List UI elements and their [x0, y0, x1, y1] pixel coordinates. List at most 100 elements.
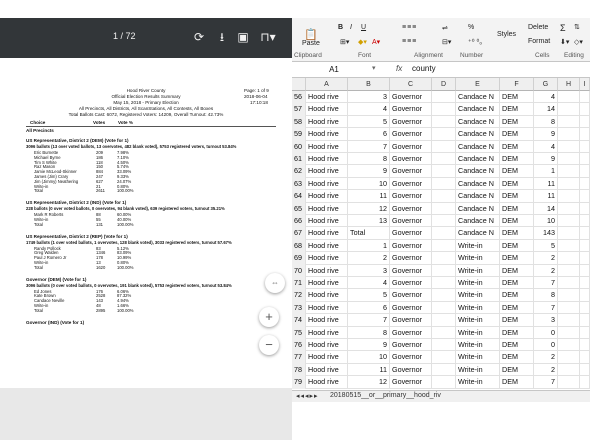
cell-f[interactable]: DEM	[500, 314, 534, 327]
cell-h[interactable]	[558, 227, 580, 240]
cell-d[interactable]	[432, 140, 456, 153]
cell-c[interactable]: Governor	[390, 252, 432, 265]
cell-d[interactable]	[432, 239, 456, 253]
font-color-icon[interactable]: A▾	[372, 38, 380, 46]
cell-b[interactable]: 5	[348, 289, 390, 302]
cell-g[interactable]: 7	[534, 301, 558, 315]
cell-e[interactable]: Write-in	[456, 301, 500, 315]
cell-f[interactable]: DEM	[500, 190, 534, 203]
download-icon[interactable]: ⭳	[215, 29, 229, 45]
cell-e[interactable]: Candace N	[456, 202, 500, 215]
cell-g[interactable]: 2	[534, 363, 558, 377]
cell-g[interactable]: 4	[534, 140, 558, 153]
cell-b[interactable]: 1	[348, 239, 390, 253]
cell-h[interactable]	[558, 165, 580, 178]
cell-a[interactable]: Hood rive	[306, 301, 348, 315]
cell-d[interactable]	[432, 264, 456, 277]
cell-a[interactable]: Hood rive	[306, 140, 348, 153]
cell-i[interactable]	[580, 128, 590, 141]
cell-f[interactable]: DEM	[500, 339, 534, 352]
cell-g[interactable]: 143	[534, 227, 558, 240]
clear-icon[interactable]: ◇▾	[574, 38, 583, 46]
cell-e[interactable]: Candace N	[456, 165, 500, 178]
row-header[interactable]: 75	[292, 326, 306, 339]
cell-f[interactable]: DEM	[500, 103, 534, 116]
cell-i[interactable]	[580, 314, 590, 327]
cell-h[interactable]	[558, 314, 580, 327]
cell-a[interactable]: Hood rive	[306, 289, 348, 302]
cell-c[interactable]: Governor	[390, 115, 432, 129]
cell-g[interactable]: 11	[534, 190, 558, 203]
cell-h[interactable]	[558, 289, 580, 302]
cell-i[interactable]	[580, 215, 590, 228]
paste-button[interactable]: Paste	[302, 40, 320, 47]
cell-i[interactable]	[580, 177, 590, 191]
cell-h[interactable]	[558, 140, 580, 153]
cell-a[interactable]: Hood rive	[306, 264, 348, 277]
cell-c[interactable]: Governor	[390, 227, 432, 240]
cell-a[interactable]: Hood rive	[306, 314, 348, 327]
column-header[interactable]: I	[580, 78, 590, 91]
cell-f[interactable]: DEM	[500, 202, 534, 215]
cell-e[interactable]: Write-in	[456, 314, 500, 327]
borders-icon[interactable]: ⊞▾	[340, 38, 349, 46]
cell-g[interactable]: 2	[534, 252, 558, 265]
cell-i[interactable]	[580, 115, 590, 129]
cell-h[interactable]	[558, 239, 580, 253]
cell-a[interactable]: Hood rive	[306, 227, 348, 240]
fit-page-icon[interactable]: ⇔	[265, 273, 285, 293]
cell-b[interactable]: 13	[348, 215, 390, 228]
styles-button[interactable]: Styles	[497, 31, 516, 38]
cell-i[interactable]	[580, 301, 590, 315]
wrap-text-icon[interactable]: ⇌	[442, 24, 448, 32]
column-header[interactable]: A	[306, 78, 348, 91]
cell-c[interactable]: Governor	[390, 326, 432, 339]
cell-b[interactable]: 3	[348, 91, 390, 104]
cell-i[interactable]	[580, 239, 590, 253]
cell-d[interactable]	[432, 289, 456, 302]
cell-i[interactable]	[580, 140, 590, 153]
cell-d[interactable]	[432, 103, 456, 116]
cell-a[interactable]: Hood rive	[306, 376, 348, 389]
cell-g[interactable]: 3	[534, 314, 558, 327]
row-header[interactable]: 64	[292, 190, 306, 203]
cell-f[interactable]: DEM	[500, 376, 534, 389]
cell-f[interactable]: DEM	[500, 351, 534, 364]
cell-g[interactable]: 8	[534, 289, 558, 302]
cell-c[interactable]: Governor	[390, 277, 432, 290]
cell-e[interactable]: Write-in	[456, 351, 500, 364]
cell-c[interactable]: Governor	[390, 239, 432, 253]
row-header[interactable]: 79	[292, 376, 306, 389]
cell-f[interactable]: DEM	[500, 363, 534, 377]
cell-b[interactable]: 9	[348, 165, 390, 178]
row-header[interactable]: 72	[292, 289, 306, 302]
cell-a[interactable]: Hood rive	[306, 165, 348, 178]
bold-button[interactable]: B	[338, 24, 343, 31]
cell-a[interactable]: Hood rive	[306, 190, 348, 203]
cell-g[interactable]: 7	[534, 277, 558, 290]
cell-d[interactable]	[432, 252, 456, 265]
cell-c[interactable]: Governor	[390, 153, 432, 166]
cell-d[interactable]	[432, 277, 456, 290]
italic-button[interactable]: I	[350, 24, 352, 31]
cell-c[interactable]: Governor	[390, 103, 432, 116]
fill-color-icon[interactable]: ◆▾	[358, 38, 367, 46]
zoom-out-button[interactable]: −	[259, 335, 279, 355]
cell-g[interactable]: 4	[534, 91, 558, 104]
row-header[interactable]: 73	[292, 301, 306, 315]
zoom-in-button[interactable]: +	[259, 307, 279, 327]
delete-button[interactable]: Delete	[528, 24, 548, 31]
cell-h[interactable]	[558, 339, 580, 352]
cell-i[interactable]	[580, 289, 590, 302]
cell-a[interactable]: Hood rive	[306, 351, 348, 364]
cell-d[interactable]	[432, 339, 456, 352]
cell-c[interactable]: Governor	[390, 177, 432, 191]
cell-d[interactable]	[432, 376, 456, 389]
cell-e[interactable]: Candace N	[456, 140, 500, 153]
cell-h[interactable]	[558, 103, 580, 116]
cell-d[interactable]	[432, 153, 456, 166]
cell-h[interactable]	[558, 190, 580, 203]
cell-f[interactable]: DEM	[500, 177, 534, 191]
cell-g[interactable]: 9	[534, 153, 558, 166]
cell-c[interactable]: Governor	[390, 376, 432, 389]
